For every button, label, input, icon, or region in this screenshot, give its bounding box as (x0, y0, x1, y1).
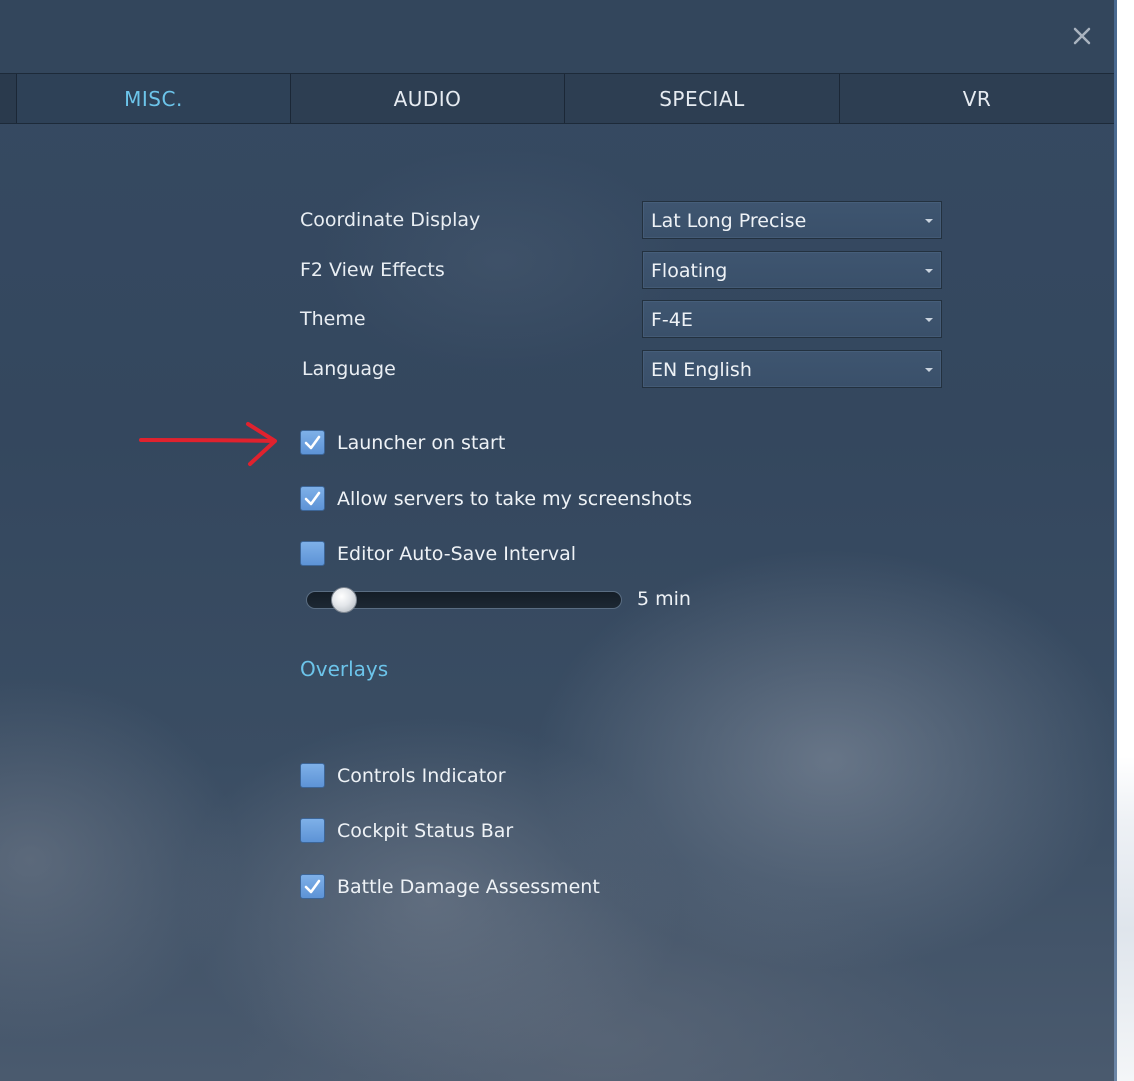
cockpit-status-bar-label: Cockpit Status Bar (337, 820, 514, 842)
editor-autosave-label: Editor Auto-Save Interval (337, 543, 577, 565)
tab-hidden[interactable] (0, 74, 16, 123)
close-icon (1073, 27, 1091, 45)
background-edge (1114, 0, 1134, 1081)
coordinate-display-value: Lat Long Precise (651, 210, 807, 232)
tab-bar: MISC. AUDIO SPECIAL VR (0, 73, 1114, 124)
title-bar (0, 0, 1114, 73)
controls-indicator-label: Controls Indicator (337, 765, 506, 787)
background-edge-shadow (1114, 0, 1117, 1081)
controls-indicator-checkbox[interactable] (300, 763, 325, 788)
theme-label: Theme (300, 308, 366, 330)
coordinate-display-select[interactable]: Lat Long Precise (642, 201, 942, 239)
allow-screenshots-label: Allow servers to take my screenshots (337, 488, 692, 510)
editor-autosave-checkbox[interactable] (300, 541, 325, 566)
tab-special[interactable]: SPECIAL (564, 74, 839, 123)
language-select[interactable]: EN English (642, 350, 942, 388)
chevron-down-icon (925, 368, 933, 372)
settings-window: MISC. AUDIO SPECIAL VR Coordinate Displa… (0, 0, 1114, 1081)
chevron-down-icon (925, 219, 933, 223)
red-arrow-annotation (139, 422, 277, 466)
tab-audio[interactable]: AUDIO (290, 74, 564, 123)
battle-damage-assessment-checkbox[interactable] (300, 874, 325, 899)
theme-select[interactable]: F-4E (642, 300, 942, 338)
checkmark-icon (304, 879, 321, 894)
coordinate-display-label: Coordinate Display (300, 209, 481, 231)
slider-thumb[interactable] (331, 587, 358, 613)
tab-vr[interactable]: VR (839, 74, 1114, 123)
language-value: EN English (651, 359, 752, 381)
launcher-on-start-label: Launcher on start (337, 432, 506, 454)
tab-misc[interactable]: MISC. (16, 74, 290, 123)
allow-screenshots-checkbox[interactable] (300, 486, 325, 511)
chevron-down-icon (925, 318, 933, 322)
autosave-interval-value: 5 min (637, 588, 691, 610)
battle-damage-assessment-label: Battle Damage Assessment (337, 876, 600, 898)
overlays-heading: Overlays (300, 657, 389, 681)
checkmark-icon (304, 435, 321, 450)
language-label: Language (302, 358, 396, 380)
close-button[interactable] (1068, 22, 1096, 50)
f2-view-effects-label: F2 View Effects (300, 259, 445, 281)
launcher-on-start-checkbox[interactable] (300, 430, 325, 455)
theme-value: F-4E (651, 309, 693, 331)
cockpit-status-bar-checkbox[interactable] (300, 818, 325, 843)
chevron-down-icon (925, 269, 933, 273)
f2-view-effects-select[interactable]: Floating (642, 251, 942, 289)
f2-view-effects-value: Floating (651, 260, 728, 282)
checkmark-icon (304, 491, 321, 506)
